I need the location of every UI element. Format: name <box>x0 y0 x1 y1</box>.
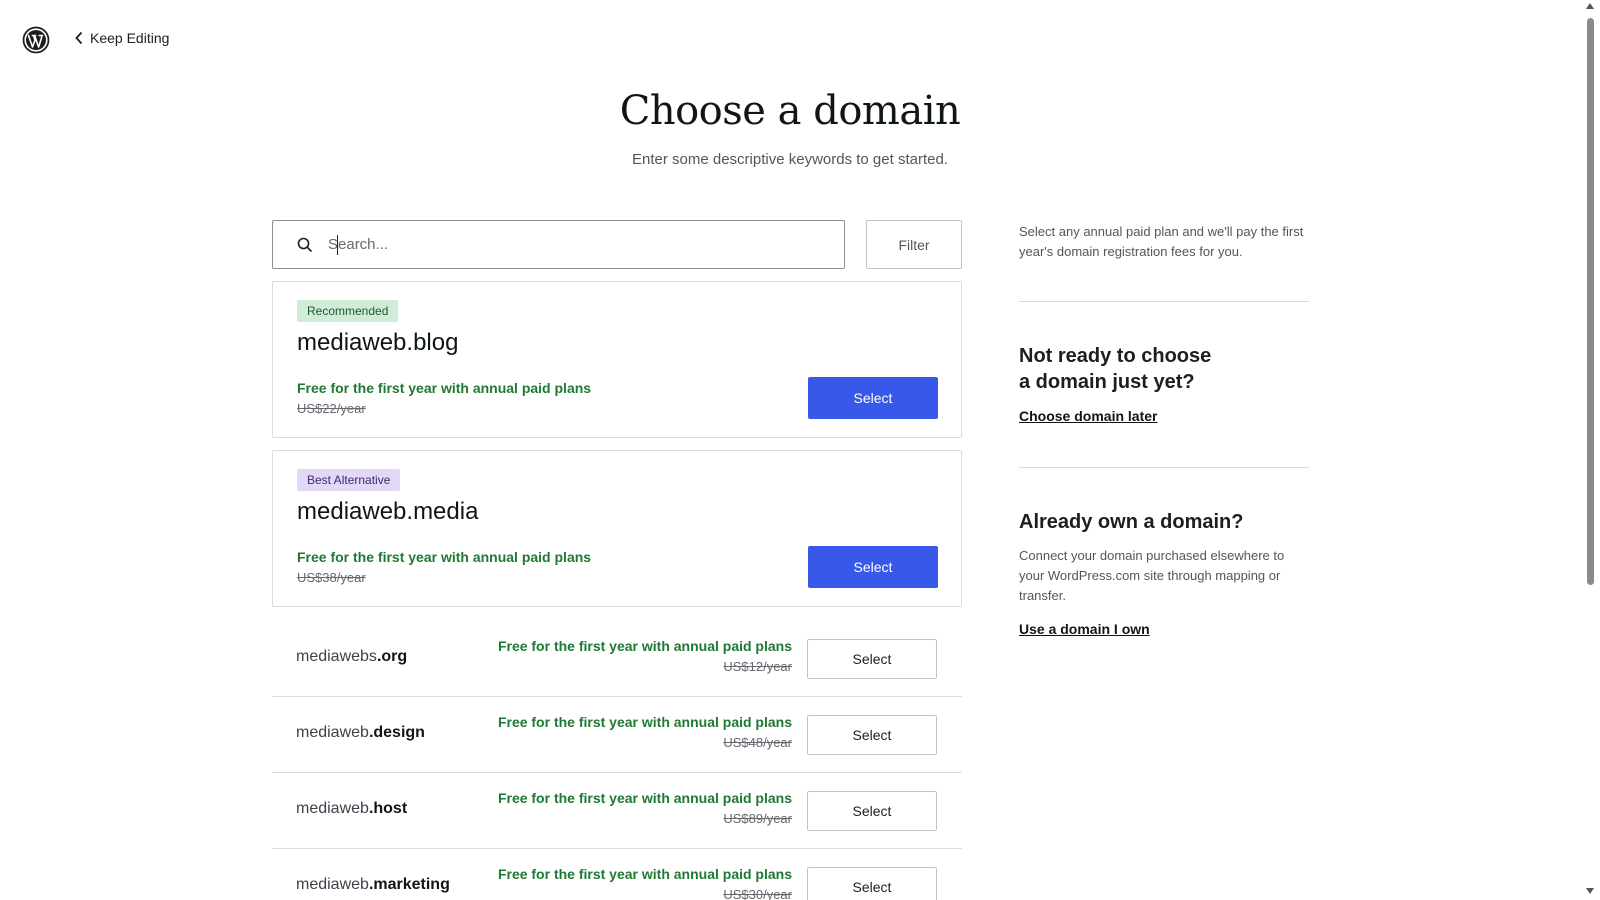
original-price: US$48/year <box>723 735 792 750</box>
original-price: US$89/year <box>723 811 792 826</box>
page-subtitle: Enter some descriptive keywords to get s… <box>632 151 948 168</box>
domain-result-row: mediaweb.marketing Free for the first ye… <box>272 849 962 900</box>
domain-name: mediaweb.media <box>297 498 479 525</box>
select-button[interactable]: Select <box>807 867 937 900</box>
search-input[interactable] <box>328 236 808 253</box>
domain-name: mediaweb.host <box>296 800 407 818</box>
domain-result-row: mediaweb.host Free for the first year wi… <box>272 773 962 849</box>
domain-base: mediaweb <box>296 876 369 893</box>
recommended-domain-card: Recommended mediaweb.blog Free for the f… <box>272 281 962 438</box>
not-ready-heading: Not ready to choose a domain just yet? <box>1019 345 1212 393</box>
promo-text: Free for the first year with annual paid… <box>497 638 792 654</box>
keep-editing-label: Keep Editing <box>90 30 170 46</box>
promo-text: Free for the first year with annual paid… <box>497 866 792 882</box>
recommended-badge: Recommended <box>297 300 399 322</box>
domain-tld: .marketing <box>368 876 450 893</box>
top-bar: Keep Editing <box>0 0 1580 80</box>
promo-text: Free for the first year with annual paid… <box>497 790 792 806</box>
domain-name: mediaweb.design <box>296 724 425 742</box>
page-title: Choose a domain <box>619 88 961 134</box>
select-button[interactable]: Select <box>807 715 937 755</box>
chevron-left-icon <box>75 31 83 45</box>
choose-domain-later-link[interactable]: Choose domain later <box>1019 408 1309 424</box>
sidebar-divider <box>1019 467 1309 468</box>
original-price: US$12/year <box>723 659 792 674</box>
domain-base: mediawebs <box>296 648 377 665</box>
original-price: US$22/year <box>297 401 366 416</box>
text-caret <box>337 235 338 255</box>
promo-text: Free for the first year with annual paid… <box>497 714 792 730</box>
select-button[interactable]: Select <box>807 639 937 679</box>
keep-editing-link[interactable]: Keep Editing <box>74 30 169 46</box>
scroll-up-arrow-icon[interactable] <box>1586 3 1594 9</box>
domain-name: mediawebs.org <box>296 648 407 666</box>
domain-tld: .design <box>368 724 425 741</box>
promo-text: Free for the first year with annual paid… <box>297 549 592 565</box>
select-button[interactable]: Select <box>808 377 938 419</box>
domain-name: mediaweb.blog <box>297 329 459 356</box>
already-own-heading: Already own a domain? <box>1019 511 1244 533</box>
search-box[interactable] <box>272 220 845 269</box>
search-icon <box>297 237 313 252</box>
domain-tld: .org <box>376 648 408 665</box>
already-own-text: Connect your domain purchased elsewhere … <box>1019 548 1285 603</box>
best-alternative-badge: Best Alternative <box>297 469 401 491</box>
filter-button[interactable]: Filter <box>866 220 962 269</box>
scrollbar-thumb[interactable] <box>1587 18 1594 585</box>
domain-base: mediaweb <box>296 800 369 817</box>
free-domain-note: Select any annual paid plan and we'll pa… <box>1019 224 1304 259</box>
original-price: US$38/year <box>297 570 366 585</box>
domain-result-row: mediawebs.org Free for the first year wi… <box>272 621 962 697</box>
domain-name: mediaweb.marketing <box>296 876 450 894</box>
use-domain-i-own-link[interactable]: Use a domain I own <box>1019 621 1309 637</box>
wordpress-logo-icon[interactable] <box>22 26 50 54</box>
scroll-down-arrow-icon[interactable] <box>1586 888 1594 894</box>
select-button[interactable]: Select <box>807 791 937 831</box>
select-button[interactable]: Select <box>808 546 938 588</box>
domain-tld: .host <box>368 800 408 817</box>
promo-text: Free for the first year with annual paid… <box>297 380 592 396</box>
alternative-domain-card: Best Alternative mediaweb.media Free for… <box>272 450 962 607</box>
original-price: US$30/year <box>723 887 792 900</box>
domain-base: mediaweb <box>296 724 369 741</box>
sidebar-divider <box>1019 301 1309 302</box>
domain-result-row: mediaweb.design Free for the first year … <box>272 697 962 773</box>
